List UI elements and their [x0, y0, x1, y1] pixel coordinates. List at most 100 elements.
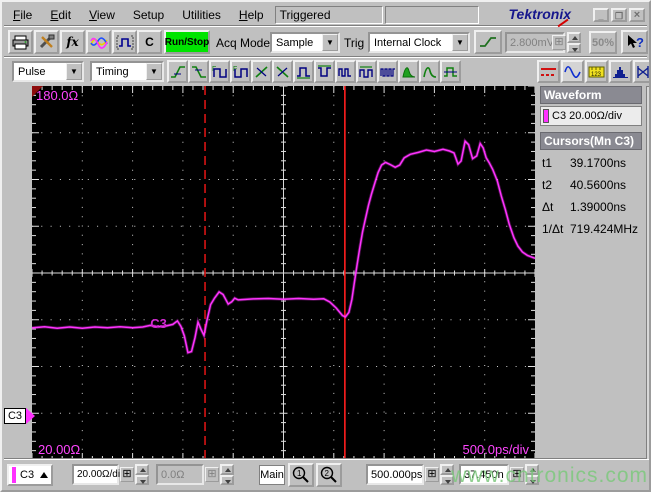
- meas-cross-rise-button[interactable]: [251, 60, 272, 83]
- chevron-down-icon[interactable]: ▼: [322, 34, 338, 51]
- waveform-panel-header: Waveform: [540, 86, 642, 104]
- keypad-icon[interactable]: ⊞: [552, 35, 566, 50]
- waveform-display-button[interactable]: [86, 30, 111, 54]
- keypad-icon[interactable]: ⊞: [205, 467, 219, 482]
- trig-level-spinner[interactable]: [567, 32, 581, 53]
- channel-position-marker[interactable]: C3: [4, 408, 35, 424]
- trig-slope-button[interactable]: [474, 30, 502, 54]
- menu-file[interactable]: File: [4, 6, 41, 24]
- zoom1-button[interactable]: 1: [288, 463, 314, 487]
- trig-source-select[interactable]: Internal Clock ▼: [368, 32, 470, 53]
- meas-area-button[interactable]: [398, 60, 419, 83]
- meas-frequency-button[interactable]: [377, 60, 398, 83]
- bottom-control-bar: C3 20.00Ω/di ⊞ 0.0Ω ⊞ Main 1 2 500.000ps…: [4, 459, 647, 488]
- clear-button[interactable]: C: [137, 30, 162, 54]
- close-button[interactable]: ×: [629, 7, 645, 22]
- trigger-status: Triggered: [274, 5, 383, 24]
- cross-rise-icon: [254, 65, 268, 78]
- menu-view[interactable]: View: [80, 6, 124, 24]
- cursors-tool-button[interactable]: [537, 60, 560, 83]
- c3-color-swatch: [12, 467, 16, 483]
- magnifier-1-icon: 1: [292, 466, 309, 483]
- menu-setup[interactable]: Setup: [124, 6, 173, 24]
- run-stop-button[interactable]: Run/Stop: [164, 30, 210, 54]
- chevron-up-icon: [40, 472, 48, 478]
- cursors-icon: [541, 67, 556, 76]
- area-icon: [401, 66, 415, 77]
- waveform-display[interactable]: 180.0Ω 20.00Ω 500.0ps/div C3: [32, 86, 535, 460]
- side-slider-track[interactable]: [646, 86, 649, 460]
- keypad-icon[interactable]: ⊞: [120, 467, 134, 482]
- acq-mode-select[interactable]: Sample ▼: [270, 32, 340, 53]
- horizontal-position-spinner[interactable]: [525, 464, 539, 485]
- meas-rise-time-button[interactable]: [167, 60, 188, 83]
- neg-pulse-icon: [317, 64, 331, 77]
- scope-application-window: File Edit View Setup Utilities Help Trig…: [0, 0, 651, 492]
- cursors-panel-header: Cursors(Mn C3): [540, 132, 642, 150]
- menu-edit[interactable]: Edit: [41, 6, 80, 24]
- channel-select-dropup[interactable]: C3: [7, 464, 53, 486]
- vertical-offset-spinner[interactable]: [220, 464, 234, 485]
- vertical-offset-field[interactable]: 0.0Ω: [156, 464, 204, 485]
- color-waveform-icon: [89, 37, 108, 49]
- minimize-button[interactable]: _: [593, 7, 609, 22]
- function-button[interactable]: fx: [60, 30, 85, 54]
- print-button[interactable]: [8, 30, 33, 54]
- meas-base-top-button[interactable]: [440, 60, 461, 83]
- keypad-icon[interactable]: ⊞: [510, 467, 524, 482]
- measure-type-select[interactable]: Timing ▼: [90, 61, 164, 82]
- meas-cross-fall-button[interactable]: [272, 60, 293, 83]
- measure-readout-button[interactable]: 123: [585, 60, 608, 83]
- waveform-view-button[interactable]: [561, 60, 584, 83]
- set-50pct-button[interactable]: 50%: [589, 31, 617, 54]
- chevron-down-icon[interactable]: ▼: [146, 63, 162, 80]
- meas-duty-button[interactable]: [356, 60, 377, 83]
- c3-color-swatch: [543, 109, 549, 123]
- meas-burst-button[interactable]: [335, 60, 356, 83]
- zoom2-button[interactable]: 2: [316, 463, 342, 487]
- svg-text:?: ?: [636, 35, 644, 50]
- histogram-button[interactable]: [609, 60, 632, 83]
- meas-neg-pulse-button[interactable]: [314, 60, 335, 83]
- vertical-scale-spinner[interactable]: [135, 464, 149, 485]
- fall-time-icon: [191, 65, 206, 78]
- keypad-icon[interactable]: ⊞: [425, 467, 439, 482]
- graticule-and-trace[interactable]: [32, 86, 535, 460]
- horizontal-scale-spinner[interactable]: [440, 464, 454, 485]
- amplitude-icon: [422, 66, 436, 78]
- chevron-down-icon[interactable]: ▼: [452, 34, 468, 51]
- chevron-down-icon[interactable]: ▼: [66, 63, 82, 80]
- meas-fall-time-button[interactable]: [188, 60, 209, 83]
- measure-category-select[interactable]: Pulse ▼: [12, 61, 84, 82]
- horizontal-scale-field[interactable]: 500.000ps: [366, 464, 424, 485]
- svg-text:1: 1: [297, 469, 302, 478]
- menu-help[interactable]: Help: [230, 6, 273, 24]
- meas-amplitude-button[interactable]: [419, 60, 440, 83]
- svg-text:2: 2: [325, 469, 330, 478]
- channel-arrow-icon: [26, 408, 35, 424]
- meas-neg-width-button[interactable]: F: [230, 60, 251, 83]
- readout-panel: Waveform C3 20.00Ω/div Cursors(Mn C3) t1…: [540, 86, 642, 240]
- burst-icon: [337, 67, 351, 77]
- meas-pos-width-button[interactable]: F: [209, 60, 230, 83]
- tools-button[interactable]: [34, 30, 59, 54]
- pos-width-icon: F: [212, 66, 227, 78]
- pulse-bracket-icon: [116, 35, 133, 49]
- status-box-empty: [384, 5, 479, 24]
- menu-bar: File Edit View Setup Utilities Help Trig…: [4, 4, 647, 28]
- horizontal-position-field[interactable]: 37.450n: [459, 464, 509, 485]
- cursor-readout-row: Δt 1.39000ns: [542, 200, 627, 214]
- waveform-entry[interactable]: C3 20.00Ω/div: [540, 106, 642, 126]
- mask-test-button[interactable]: [633, 60, 649, 83]
- menu-utilities[interactable]: Utilities: [173, 6, 230, 24]
- restore-button[interactable]: ❐: [611, 7, 627, 22]
- context-help-button[interactable]: ?: [621, 30, 648, 54]
- meas-pos-pulse-button[interactable]: [293, 60, 314, 83]
- timebase-label: 500.0ps/div: [462, 442, 530, 457]
- histogram-icon: [613, 66, 628, 78]
- cursor-readout-row: t1 39.1700ns: [542, 156, 627, 170]
- vertical-scale-field[interactable]: 20.00Ω/di: [72, 464, 120, 485]
- duty-cycle-icon: [358, 65, 373, 78]
- pulse-select-button[interactable]: [112, 30, 137, 54]
- neg-width-icon: F: [233, 66, 248, 78]
